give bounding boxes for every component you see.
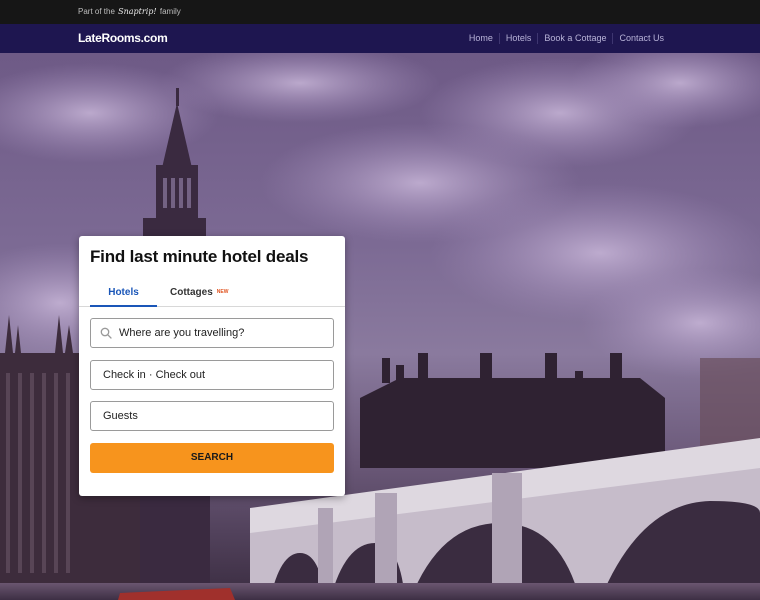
main-header: LateRooms.com Home Hotels Book a Cottage… <box>0 24 760 53</box>
check-in-out-field[interactable]: Check in · Check out <box>90 360 334 390</box>
nav-book-cottage[interactable]: Book a Cottage <box>537 33 612 44</box>
tab-hotels[interactable]: Hotels <box>90 287 157 307</box>
main-nav: Home Hotels Book a Cottage Contact Us <box>463 33 670 44</box>
family-strip: Part of the Snaptrip! family <box>0 0 760 24</box>
search-card-title: Find last minute hotel deals <box>90 247 309 266</box>
destination-search-input[interactable]: Where are you travelling? <box>90 318 334 348</box>
dates-label: Check in · Check out <box>103 369 206 381</box>
search-tabs: Hotels Cottages NEW <box>79 282 345 307</box>
hotel-search-card: Find last minute hotel deals Hotels Cott… <box>79 236 345 496</box>
snaptrip-logo[interactable]: Snaptrip! <box>118 7 156 16</box>
guests-field[interactable]: Guests <box>90 401 334 431</box>
search-button[interactable]: SEARCH <box>90 443 334 473</box>
nav-contact-us[interactable]: Contact Us <box>612 33 670 44</box>
destination-placeholder: Where are you travelling? <box>119 327 245 339</box>
tab-cottages-label: Cottages <box>170 287 213 298</box>
guests-label: Guests <box>103 410 138 422</box>
family-text: Part of the Snaptrip! family <box>78 7 181 16</box>
nav-home[interactable]: Home <box>463 33 499 44</box>
family-prefix: Part of the <box>78 7 115 16</box>
search-icon <box>100 327 112 339</box>
new-badge: NEW <box>216 289 229 296</box>
nav-hotels[interactable]: Hotels <box>498 33 538 44</box>
laterooms-logo[interactable]: LateRooms.com <box>78 31 168 45</box>
family-suffix: family <box>159 7 181 16</box>
tab-cottages[interactable]: Cottages NEW <box>170 287 228 298</box>
